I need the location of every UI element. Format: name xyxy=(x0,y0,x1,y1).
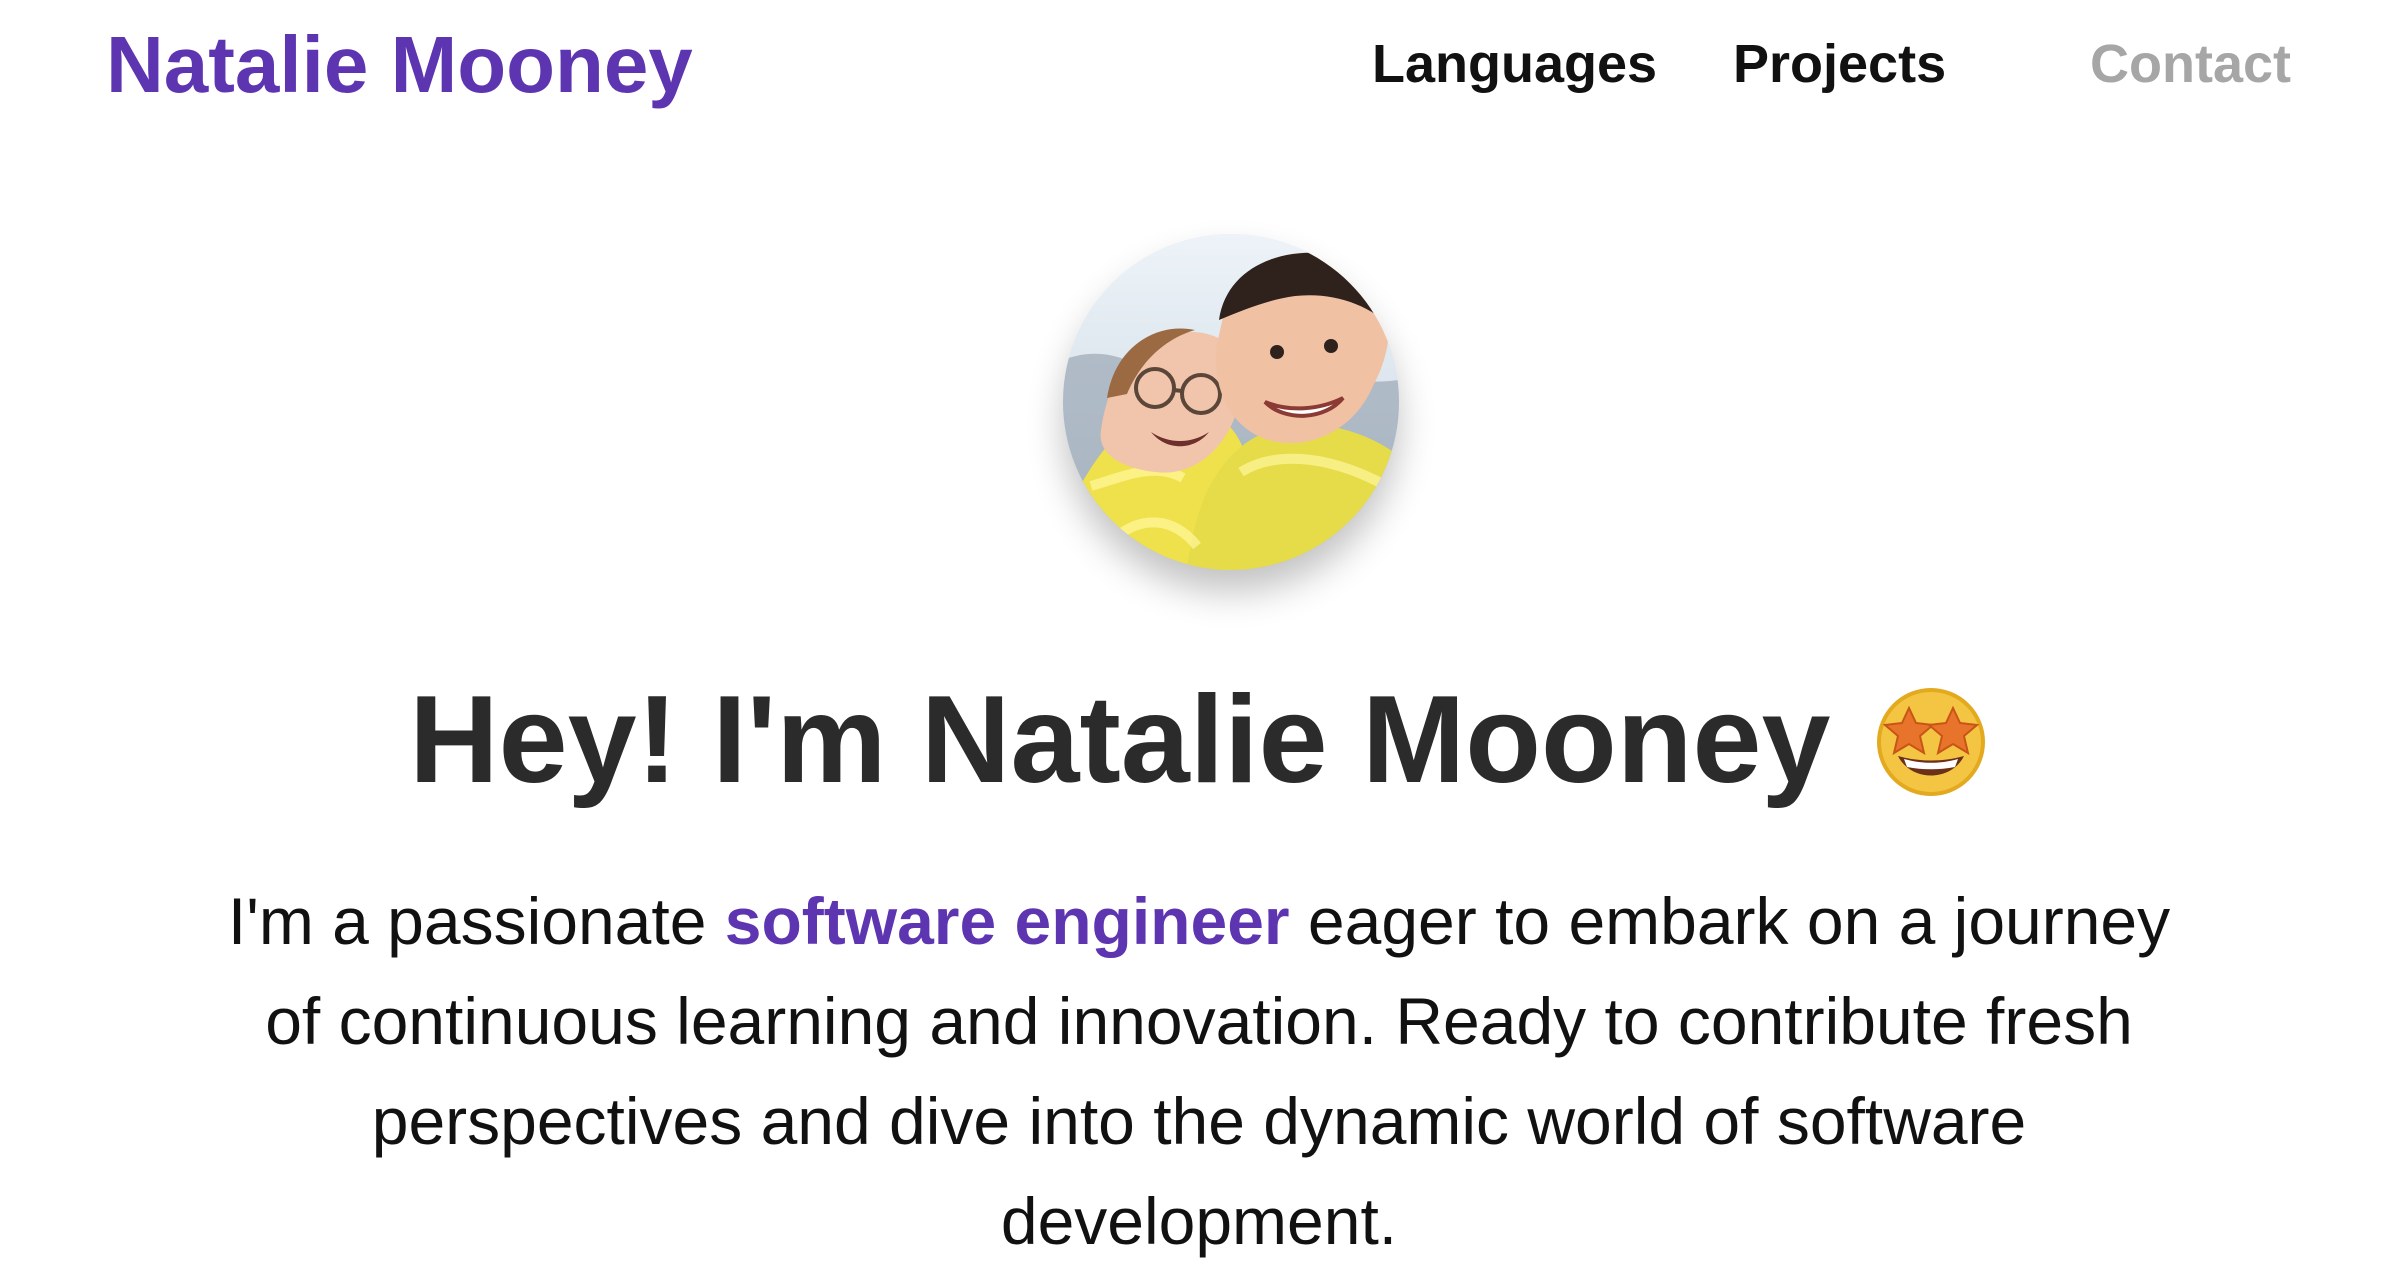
intro-line-4: development. xyxy=(1000,1184,1398,1258)
nav-languages-link[interactable]: Languages xyxy=(1372,32,1657,96)
intro-paragraph: I'm a passionate software engineer eager… xyxy=(0,871,2398,1271)
intro-suffix-text: eager to embark on a journey xyxy=(1289,884,2171,958)
intro-line-1: I'm a passionate software engineer eager… xyxy=(0,871,2398,971)
nav-projects-link[interactable]: Projects xyxy=(1733,32,1946,96)
intro-line-3: perspectives and dive into the dynamic w… xyxy=(371,1084,2027,1158)
star-struck-emoji-icon xyxy=(1873,684,1989,800)
hero-heading: Hey! I'm Natalie Mooney xyxy=(0,668,2398,812)
nav-contact-link[interactable]: Contact xyxy=(2090,32,2291,96)
intro-prefix-text: I'm a passionate xyxy=(227,884,725,958)
hero-title-text: Hey! I'm Natalie Mooney xyxy=(409,671,1831,809)
intro-line-2: of continuous learning and innovation. R… xyxy=(265,984,2133,1058)
site-brand-link[interactable]: Natalie Mooney xyxy=(106,22,693,108)
portfolio-page: Natalie Mooney Languages Projects Contac… xyxy=(0,0,2398,1282)
profile-avatar xyxy=(1063,234,1399,570)
profile-photo-icon xyxy=(1063,234,1399,570)
software-engineer-highlight: software engineer xyxy=(724,884,1290,958)
